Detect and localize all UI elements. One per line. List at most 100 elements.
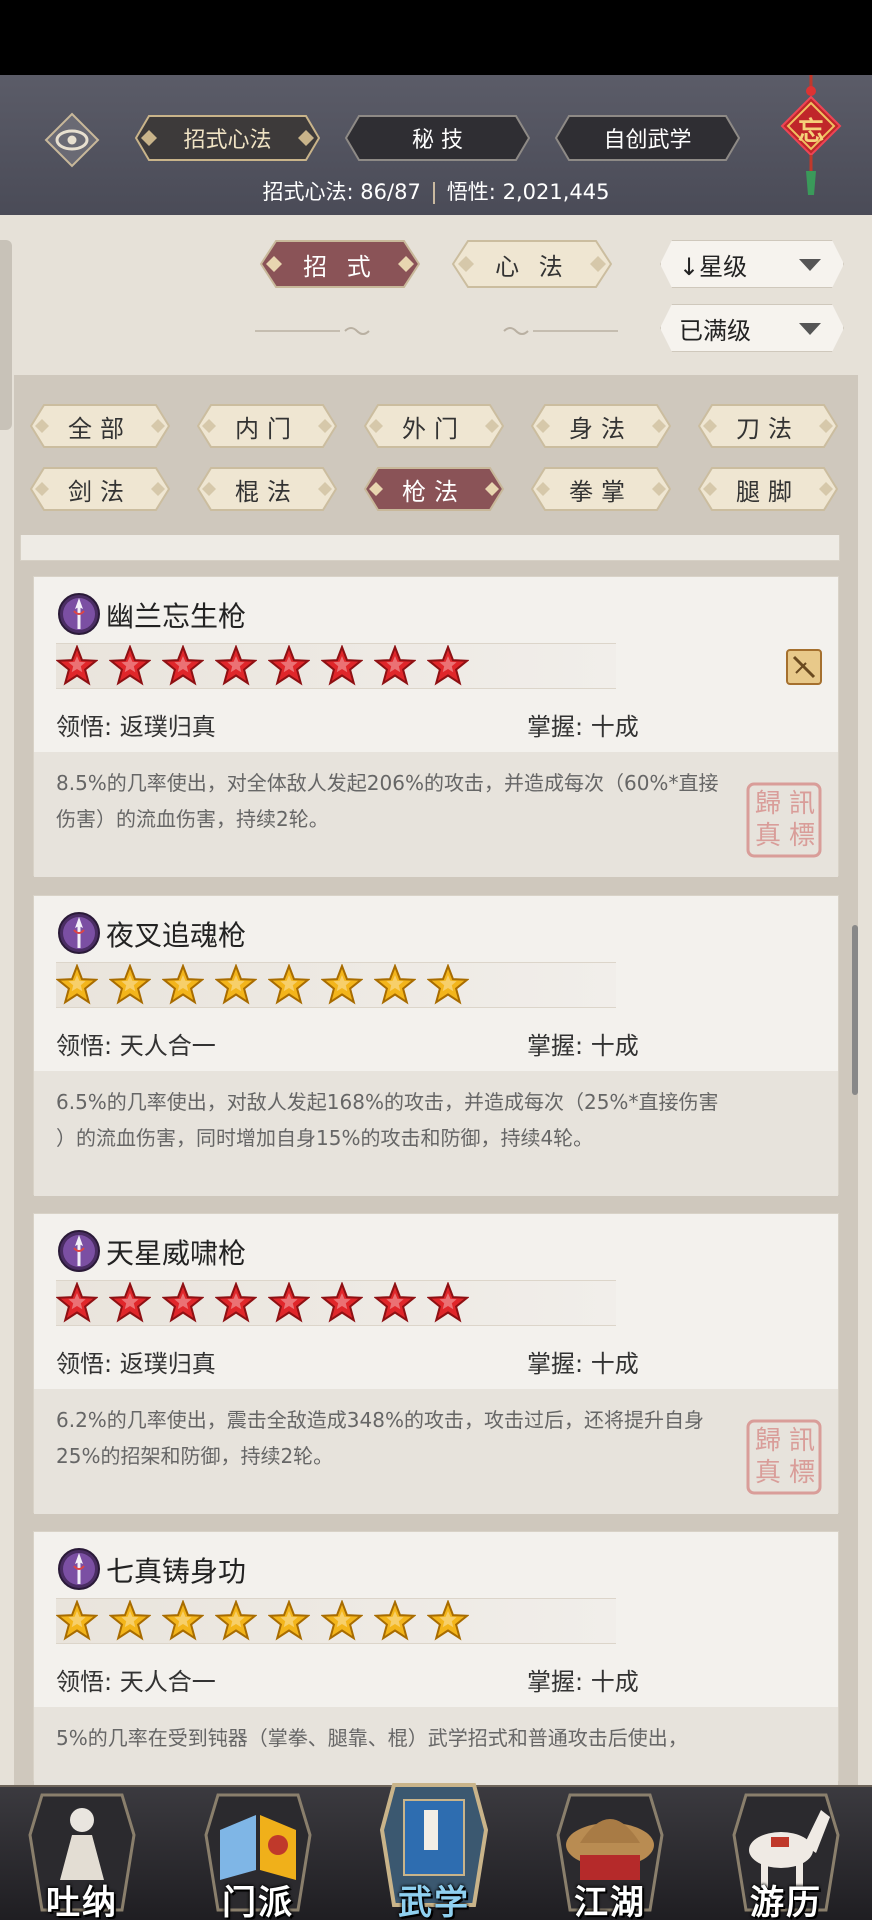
description-line: 5%的几率在受到钝器（掌拳、腿靠、棍）武学招式和普通攻击后使出， — [56, 1726, 688, 1750]
skill-card[interactable]: 幽兰忘生枪 领悟: 返璞归真 掌握: 十成 8.5%的几率使出，对全体敌人发起206%… — [33, 576, 839, 877]
star-icon — [109, 1282, 151, 1323]
nav-item[interactable]: 门派 — [198, 1775, 318, 1920]
svg-text:標: 標 — [789, 821, 815, 851]
spear-skill-icon — [58, 912, 100, 954]
category-chip-label: 腿脚 — [736, 477, 800, 506]
stats-moves-label: 招式心法: — [262, 180, 361, 204]
divider-ornament — [255, 327, 370, 335]
star-icon — [215, 964, 257, 1005]
comprehension-value: 天人合一 — [119, 1032, 216, 1060]
comprehension-value: 天人合一 — [119, 1668, 216, 1696]
star-icon — [215, 1600, 257, 1641]
nav-item-label: 武学 — [398, 1883, 470, 1920]
star-icon — [109, 964, 151, 1005]
star-icon — [427, 1600, 469, 1641]
mode-tab-moves[interactable]: 招 式 — [260, 240, 420, 288]
star-icon — [374, 1600, 416, 1641]
category-chip[interactable]: 枪法 — [364, 467, 504, 511]
weapon-badge-icon[interactable] — [786, 649, 822, 685]
star-icon — [268, 1600, 310, 1641]
star-icon — [215, 1282, 257, 1323]
nav-item[interactable]: 武学 — [374, 1775, 494, 1920]
mode-tab-label: 招 式 — [303, 252, 377, 281]
comprehension-line: 领悟: 天人合一 — [56, 1662, 216, 1697]
view-toggle-button[interactable] — [44, 112, 100, 168]
mastery-line: 掌握: 十成 — [527, 1026, 639, 1061]
star-icon — [427, 964, 469, 1005]
skill-card[interactable]: 七真铸身功领悟: 天人合一 掌握: 十成 5%的几率在受到钝器（掌拳、腿靠、棍）武学… — [33, 1531, 839, 1832]
category-chip[interactable]: 全部 — [30, 404, 170, 448]
star-icon — [268, 645, 310, 686]
category-chip[interactable]: 剑法 — [30, 467, 170, 511]
tab-secret-skills[interactable]: 秘 技 — [345, 115, 530, 161]
skill-card[interactable]: 天星威啸枪 领悟: 返璞归真 掌握: 十成 6.2%的几率使出，震击全敌造成348%的… — [33, 1213, 839, 1514]
star-icon — [56, 1600, 98, 1641]
star-icon — [215, 645, 257, 686]
skill-name: 幽兰忘生枪 — [106, 600, 247, 633]
nav-item[interactable]: 吐纳 — [22, 1775, 142, 1920]
mastery-value: 十成 — [590, 1350, 639, 1378]
eye-icon — [44, 112, 100, 168]
star-icon — [374, 964, 416, 1005]
nav-item[interactable]: 游历 — [726, 1775, 846, 1920]
app-root: 招式心法 秘 技 自创武学 忘 招式心法: 86/87 悟性: 2,021,445 — [0, 0, 872, 1920]
category-chip[interactable]: 棍法 — [197, 467, 337, 511]
skill-description: 6.5%的几率使出，对敌人发起168%的攻击，并造成每次（25%*直接伤害 ）的流… — [56, 1084, 826, 1156]
category-chip[interactable]: 身法 — [531, 404, 671, 448]
level-filter-value: 已满级 — [679, 316, 751, 345]
category-chip[interactable]: 刀法 — [698, 404, 838, 448]
star-icon — [56, 645, 98, 686]
comprehension-value: 返璞归真 — [119, 713, 216, 741]
skill-description: 6.2%的几率使出，震击全敌造成348%的攻击，攻击过后，还将提升自身 25%的招… — [56, 1402, 826, 1474]
skill-description: 5%的几率在受到钝器（掌拳、腿靠、棍）武学招式和普通攻击后使出， — [56, 1720, 826, 1756]
category-chip[interactable]: 腿脚 — [698, 467, 838, 511]
star-icon — [56, 964, 98, 1005]
svg-text:真: 真 — [755, 1458, 781, 1488]
tab-label: 自创武学 — [603, 128, 692, 153]
nav-item-label: 江湖 — [574, 1883, 646, 1920]
star-icon — [162, 1600, 204, 1641]
star-icon — [162, 645, 204, 686]
mode-tab-arts[interactable]: 心 法 — [452, 240, 612, 288]
category-chip[interactable]: 外门 — [364, 404, 504, 448]
star-icon — [268, 1282, 310, 1323]
skill-description: 8.5%的几率使出，对全体敌人发起206%的攻击，并造成每次（60%*直接 伤害）… — [56, 765, 826, 837]
stats-insight-value: 2,021,445 — [502, 180, 610, 204]
svg-text:真: 真 — [755, 821, 781, 851]
star-icon — [427, 1282, 469, 1323]
comprehension-label: 领悟: — [56, 1350, 120, 1378]
category-chip[interactable]: 内门 — [197, 404, 337, 448]
comprehension-line: 领悟: 返璞归真 — [56, 707, 216, 742]
description-line: 8.5%的几率使出，对全体敌人发起206%的攻击，并造成每次（60%*直接 — [56, 771, 719, 795]
chevron-down-icon — [799, 323, 821, 335]
tab-label: 招式心法 — [183, 128, 272, 153]
mastery-label: 掌握: — [527, 1668, 591, 1696]
side-handle[interactable] — [0, 240, 12, 430]
mastery-value: 十成 — [590, 713, 639, 741]
skill-card[interactable]: 夜叉追魂枪 领悟: 天人合一 掌握: 十成 6.5%的几率使出，对敌人发起168%的攻… — [33, 895, 839, 1196]
star-icon — [321, 1600, 363, 1641]
tab-custom-martial-arts[interactable]: 自创武学 — [555, 115, 740, 161]
tab-moves-and-arts[interactable]: 招式心法 — [135, 115, 320, 161]
seal-stamp: 訊標歸真 — [746, 782, 822, 858]
description-line: 伤害）的流血伤害，持续2轮。 — [56, 807, 329, 831]
skill-name: 七真铸身功 — [106, 1555, 247, 1588]
stats-line: 招式心法: 86/87 悟性: 2,021,445 — [0, 176, 872, 206]
mastery-line: 掌握: 十成 — [527, 1662, 639, 1697]
comprehension-label: 领悟: — [56, 1032, 120, 1060]
svg-text:標: 標 — [789, 1458, 815, 1488]
svg-text:歸: 歸 — [755, 1426, 781, 1456]
category-chip-label: 全部 — [68, 414, 132, 443]
star-rating — [56, 1282, 480, 1326]
list-scrollbar[interactable] — [852, 925, 858, 1095]
star-icon — [321, 1282, 363, 1323]
level-filter-dropdown[interactable]: 已满级 — [660, 304, 844, 352]
nav-item[interactable]: 江湖 — [550, 1775, 670, 1920]
star-icon — [374, 1282, 416, 1323]
stats-moves-value: 86/87 — [360, 180, 421, 204]
mastery-value: 十成 — [590, 1668, 639, 1696]
category-chip[interactable]: 拳掌 — [531, 467, 671, 511]
comprehension-value: 返璞归真 — [119, 1350, 216, 1378]
star-rating — [56, 964, 480, 1008]
sort-dropdown[interactable]: ↓星级 — [660, 240, 844, 288]
